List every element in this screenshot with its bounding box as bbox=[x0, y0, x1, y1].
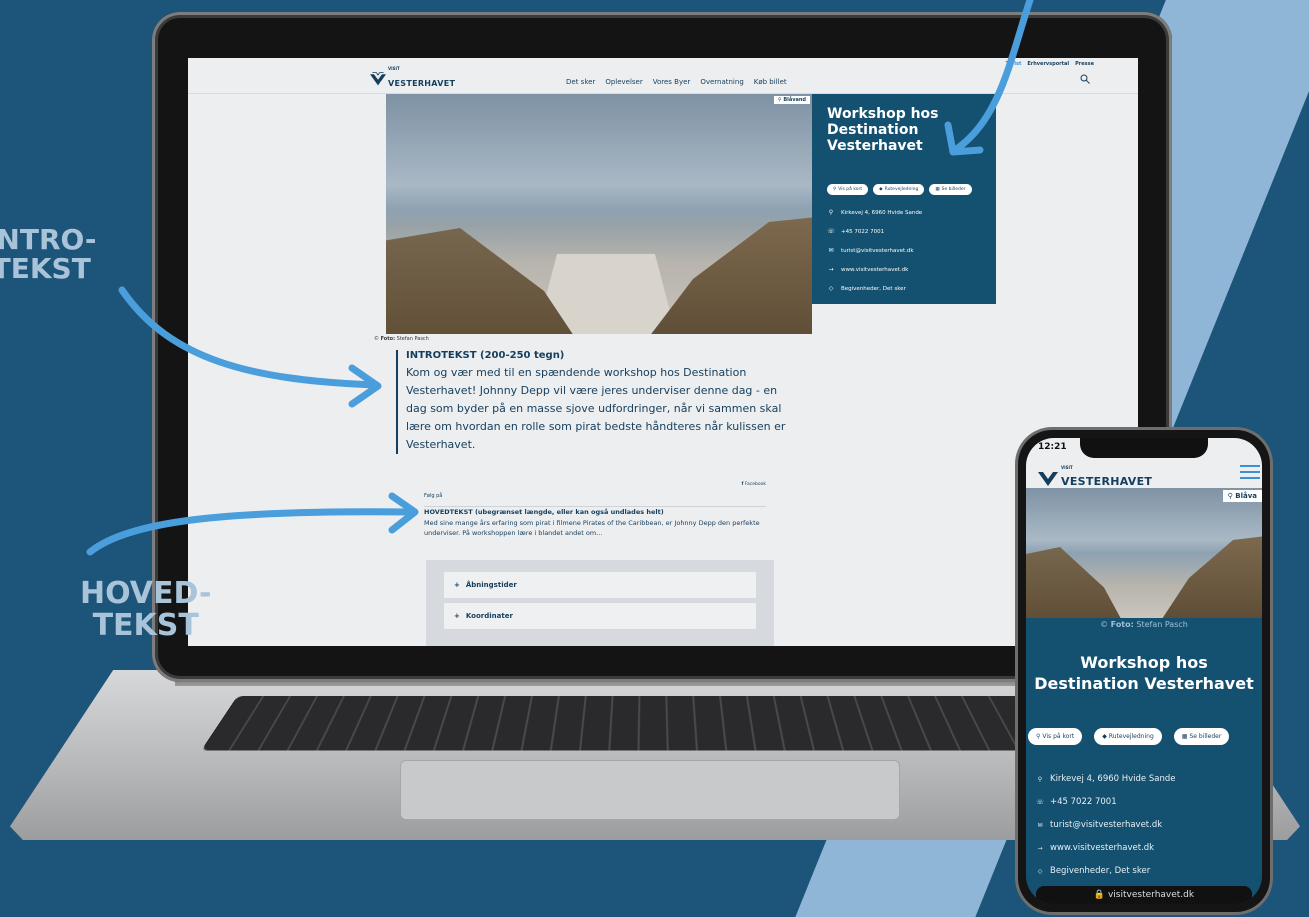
phone-location-badge: ⚲ Blåva bbox=[1222, 490, 1262, 502]
map-pin-icon: ⚲ bbox=[1037, 775, 1043, 783]
phone-logo-name: VESTERHAVET bbox=[1061, 475, 1153, 488]
phone-info-list: ⚲ Kirkevej 4, 6960 Hvide Sande ☏ +45 7022 … bbox=[1036, 774, 1175, 889]
phone-icon: ☏ bbox=[1036, 798, 1044, 806]
phone-notch bbox=[1080, 438, 1208, 458]
phone-email: turist@visitvesterhavet.dk bbox=[1050, 820, 1163, 830]
phone-route-label: Rutevejledning bbox=[1108, 733, 1154, 740]
map-pin-icon: ⚲ bbox=[1036, 733, 1041, 740]
phone-gallery-label: Se billeder bbox=[1189, 733, 1222, 740]
phone-screen: 12:21 VISIT VESTERHAVET ⚲ Blåva © Foto: … bbox=[1026, 438, 1262, 904]
phone-hero-image: ⚲ Blåva bbox=[1026, 488, 1262, 618]
phone-address: Kirkevej 4, 6960 Hvide Sande bbox=[1050, 774, 1176, 784]
mail-icon: ✉ bbox=[1037, 821, 1043, 829]
phone-hero-dune-left bbox=[1026, 547, 1126, 618]
lock-icon: 🔒 bbox=[1093, 890, 1108, 900]
grid-icon: ▦ bbox=[1181, 733, 1188, 740]
phone-site-header: 12:21 VISIT VESTERHAVET bbox=[1026, 438, 1262, 488]
phone-categories: Begivenheder, Det sker bbox=[1050, 866, 1151, 876]
phone-website-row[interactable]: → www.visitvesterhavet.dk bbox=[1036, 843, 1175, 853]
phone-url-bar[interactable]: 🔒 visitvesterhavet.dk bbox=[1036, 886, 1252, 904]
phone-photo-credit-label: Foto: bbox=[1110, 620, 1134, 629]
phone-location-name: Blåva bbox=[1235, 492, 1257, 500]
phone-hero-dune-right bbox=[1156, 536, 1262, 618]
phone-email-row[interactable]: ✉ turist@visitvesterhavet.dk bbox=[1036, 820, 1175, 830]
phone-event-title: Workshop hos Destination Vesterhavet bbox=[1034, 653, 1254, 693]
phone-category-row: ◇ Begivenheder, Det sker bbox=[1036, 866, 1175, 876]
logo-v-icon bbox=[1038, 471, 1058, 486]
phone-website: www.visitvesterhavet.dk bbox=[1050, 843, 1155, 853]
phone-gallery-button[interactable]: ▦ Se billeder bbox=[1173, 728, 1230, 745]
hamburger-menu-icon[interactable] bbox=[1240, 464, 1260, 480]
phone-url-text: visitvesterhavet.dk bbox=[1107, 890, 1195, 900]
phone-photo-credit: © Foto: Stefan Pasch bbox=[1026, 620, 1262, 629]
copyright-icon: © bbox=[1100, 620, 1109, 629]
phone-phone-row[interactable]: ☏ +45 7022 7001 bbox=[1036, 797, 1175, 807]
phone-phone-number: +45 7022 7001 bbox=[1050, 797, 1117, 807]
phone-address-row: ⚲ Kirkevej 4, 6960 Hvide Sande bbox=[1036, 774, 1176, 784]
arrow-hoved bbox=[86, 508, 416, 556]
route-icon: ◆ bbox=[1102, 733, 1107, 740]
phone-status-time: 12:21 bbox=[1038, 442, 1067, 452]
phone-logo-visit: VISIT bbox=[1061, 465, 1073, 470]
tag-icon: ◇ bbox=[1037, 867, 1043, 875]
arrow-right-icon: → bbox=[1037, 844, 1043, 852]
arrow-title bbox=[951, 0, 1034, 154]
map-pin-icon: ⚲ bbox=[1227, 492, 1233, 500]
phone-site-logo[interactable]: VISIT VESTERHAVET bbox=[1038, 466, 1152, 489]
phone-photo-credit-name: Stefan Pasch bbox=[1136, 620, 1188, 629]
phone-show-map-label: Vis på kort bbox=[1042, 733, 1075, 740]
phone-route-button[interactable]: ◆ Rutevejledning bbox=[1094, 728, 1162, 745]
arrow-intro bbox=[118, 286, 379, 389]
phone-show-map-button[interactable]: ⚲ Vis på kort bbox=[1028, 728, 1083, 745]
phone-button-row: ⚲ Vis på kort ◆ Rutevejledning ▦ Se bill… bbox=[1028, 728, 1230, 745]
